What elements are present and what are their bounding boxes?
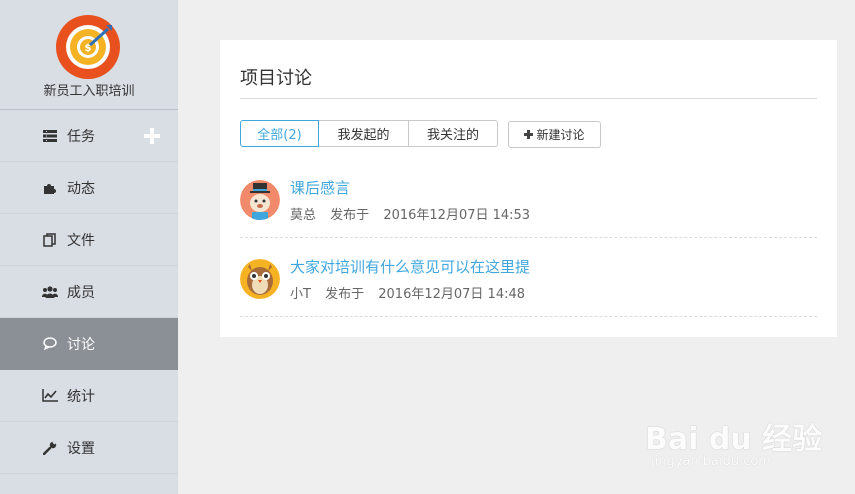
sidebar-item-stats[interactable]: 统计 <box>0 370 178 422</box>
sidebar-item-label: 设置 <box>67 440 95 457</box>
files-icon <box>42 232 58 248</box>
add-task-button[interactable] <box>144 127 160 144</box>
wrench-icon <box>42 440 58 456</box>
puzzle-icon <box>42 180 58 196</box>
project-name: 新员工入职培训 <box>43 84 135 99</box>
list-icon <box>42 128 58 144</box>
topic-title[interactable]: 大家对培训有什么意见可以在这里提 <box>290 256 530 277</box>
topic-title[interactable]: 课后感言 <box>290 177 350 198</box>
sidebar-item-label: 统计 <box>67 388 95 405</box>
plus-icon <box>524 130 534 139</box>
topic-meta: 小T 发布于 2016年12月07日 14:48 <box>290 283 535 302</box>
watermark-url: jingyan.baidu.com <box>651 454 771 469</box>
topic-action: 发布于 <box>325 287 365 302</box>
tab-started-by-me[interactable]: 我发起的 <box>318 120 409 147</box>
title-divider <box>240 98 817 99</box>
users-icon <box>42 284 58 300</box>
topic-time: 2016年12月07日 14:53 <box>383 208 531 223</box>
new-discussion-label: 新建讨论 <box>536 128 585 142</box>
chat-icon <box>42 336 58 352</box>
filter-tabs: 全部(2) 我发起的 我关注的 <box>240 120 498 147</box>
sidebar-item-label: 成员 <box>67 284 95 301</box>
page-title: 项目讨论 <box>240 68 312 89</box>
chart-icon <box>42 388 58 404</box>
target-logo-icon: $ <box>56 15 120 79</box>
sidebar: $ 新员工入职培训 任务 动态 文件 成员 讨论 统计 设置 <box>0 0 178 494</box>
topic-row[interactable]: 课后感言 莫总 发布于 2016年12月07日 14:53 <box>240 177 817 238</box>
topic-meta: 莫总 发布于 2016年12月07日 14:53 <box>290 204 540 223</box>
sidebar-item-activity[interactable]: 动态 <box>0 162 178 214</box>
sidebar-item-tasks[interactable]: 任务 <box>0 110 178 162</box>
tab-followed[interactable]: 我关注的 <box>408 120 498 147</box>
new-discussion-button[interactable]: 新建讨论 <box>508 121 601 148</box>
avatar <box>240 180 280 220</box>
topic-author: 莫总 <box>290 208 317 223</box>
sidebar-item-label: 任务 <box>67 128 95 145</box>
topic-author: 小T <box>290 287 311 302</box>
sidebar-item-settings[interactable]: 设置 <box>0 422 178 474</box>
sidebar-item-label: 动态 <box>67 180 95 197</box>
project-header: $ 新员工入职培训 <box>0 0 178 110</box>
discussion-panel: 项目讨论 全部(2) 我发起的 我关注的 新建讨论 课后感言 莫总 发布于 20… <box>220 40 837 337</box>
baidu-jingyan-watermark: Bai du 经验 jingyan.baidu.com <box>645 406 822 476</box>
sidebar-item-members[interactable]: 成员 <box>0 266 178 318</box>
watermark-brand: Bai du 经验 <box>645 422 823 457</box>
topic-row[interactable]: 大家对培训有什么意见可以在这里提 小T 发布于 2016年12月07日 14:4… <box>240 256 817 317</box>
tab-all[interactable]: 全部(2) <box>240 120 319 147</box>
topic-action: 发布于 <box>330 208 370 223</box>
sidebar-item-label: 文件 <box>67 232 95 249</box>
sidebar-item-files[interactable]: 文件 <box>0 214 178 266</box>
sidebar-item-label: 讨论 <box>67 336 95 353</box>
avatar <box>240 259 280 299</box>
topic-time: 2016年12月07日 14:48 <box>378 287 526 302</box>
sidebar-item-discussions[interactable]: 讨论 <box>0 318 178 370</box>
